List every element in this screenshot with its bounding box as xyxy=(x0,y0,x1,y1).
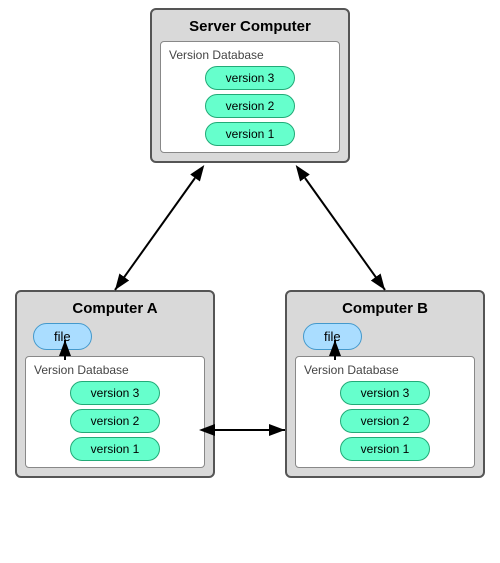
server-to-a-arrow xyxy=(115,178,195,290)
server-to-b-arrow xyxy=(305,178,385,290)
server-version-3: version 3 xyxy=(205,66,295,90)
server-computer-box: Server Computer Version Database version… xyxy=(150,8,350,163)
server-db-section: Version Database version 3 version 2 ver… xyxy=(160,41,340,153)
computer-a-version-2: version 2 xyxy=(70,409,160,433)
computer-a-title: Computer A xyxy=(25,300,205,317)
computer-a-file: file xyxy=(33,323,92,350)
computer-a-version-1: version 1 xyxy=(70,437,160,461)
computer-b-version-2: version 2 xyxy=(340,409,430,433)
diagram: Server Computer Version Database version… xyxy=(0,0,500,563)
computer-a-db-label: Version Database xyxy=(34,363,196,377)
computer-a-db-section: Version Database version 3 version 2 ver… xyxy=(25,356,205,468)
server-version-2: version 2 xyxy=(205,94,295,118)
computer-b-box: Computer B file Version Database version… xyxy=(285,290,485,478)
server-version-1: version 1 xyxy=(205,122,295,146)
computer-b-version-1: version 1 xyxy=(340,437,430,461)
computer-b-file: file xyxy=(303,323,362,350)
server-db-label: Version Database xyxy=(169,48,331,62)
computer-b-db-label: Version Database xyxy=(304,363,466,377)
computer-a-box: Computer A file Version Database version… xyxy=(15,290,215,478)
computer-b-title: Computer B xyxy=(295,300,475,317)
computer-b-version-3: version 3 xyxy=(340,381,430,405)
computer-b-db-section: Version Database version 3 version 2 ver… xyxy=(295,356,475,468)
computer-a-version-3: version 3 xyxy=(70,381,160,405)
server-title: Server Computer xyxy=(160,18,340,35)
